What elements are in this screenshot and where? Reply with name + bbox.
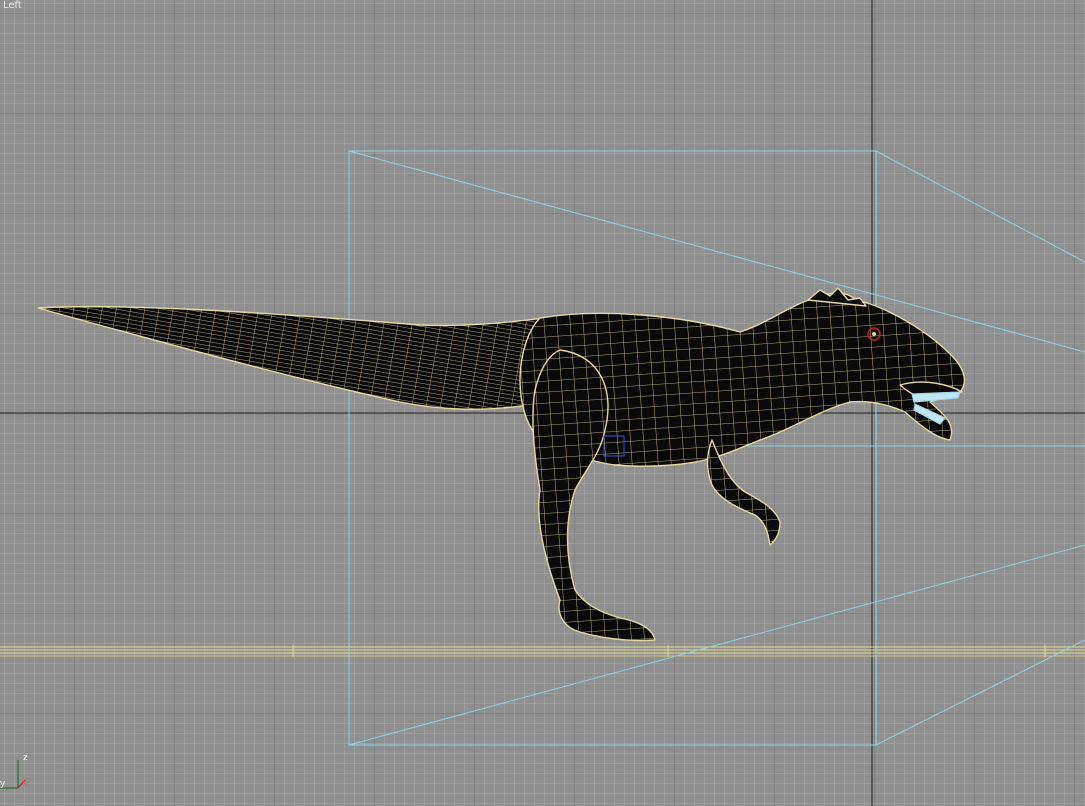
mesh-front-arm [706, 439, 781, 546]
scene-canvas[interactable]: z y x [0, 0, 1085, 806]
axis-gizmo: z y x [0, 753, 28, 789]
dinosaur-mesh[interactable] [37, 287, 966, 642]
left-viewport[interactable]: Left z y x [0, 0, 1085, 806]
axis-x-label: x [22, 779, 28, 789]
axis-y-label: y [0, 779, 6, 789]
axis-z-label: z [23, 753, 28, 763]
ground-plane-lines [0, 645, 1085, 657]
mesh-tail [37, 305, 546, 410]
